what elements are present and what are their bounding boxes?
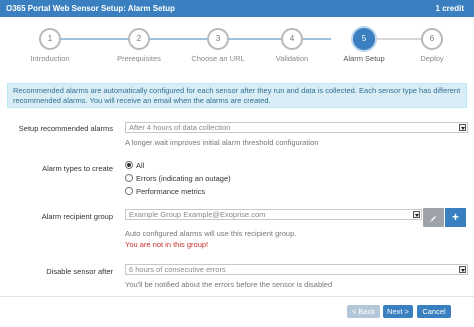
back-button[interactable]: < Back bbox=[347, 305, 380, 318]
step-label: Validation bbox=[275, 54, 309, 63]
step-label: Alarm Setup bbox=[343, 54, 385, 63]
step-number: 3 bbox=[207, 28, 229, 50]
step-number: 5 bbox=[353, 28, 375, 50]
cancel-button[interactable]: Cancel bbox=[417, 305, 451, 318]
step-introduction[interactable]: 1 Introduction bbox=[15, 28, 85, 63]
chevron-down-icon bbox=[459, 266, 466, 273]
recipient-select[interactable]: Example Group Example@Exoprise.com bbox=[125, 209, 422, 220]
chevron-down-icon bbox=[459, 124, 466, 131]
recipient-help: Auto configured alarms will use this rec… bbox=[125, 229, 297, 238]
wizard-steps: 1 Introduction 2 Prerequisites 3 Choose … bbox=[0, 18, 474, 68]
disable-value: 6 hours of consecutive errors bbox=[129, 265, 226, 274]
step-validation[interactable]: 4 Validation bbox=[257, 28, 327, 63]
disable-select[interactable]: 6 hours of consecutive errors bbox=[125, 264, 468, 275]
setup-alarms-select[interactable]: After 4 hours of data collection bbox=[125, 122, 468, 133]
radio-all[interactable]: All bbox=[125, 161, 144, 170]
step-alarm-setup[interactable]: 5 Alarm Setup bbox=[329, 28, 399, 63]
credits-badge: 1 credit bbox=[435, 4, 464, 13]
radio-selected-icon bbox=[125, 161, 133, 169]
alarm-types-label: Alarm types to create bbox=[42, 164, 113, 173]
step-label: Choose an URL bbox=[191, 54, 245, 63]
step-number: 4 bbox=[281, 28, 303, 50]
info-alert: Recommended alarms are automatically con… bbox=[7, 83, 467, 108]
step-label: Deploy bbox=[420, 54, 444, 63]
add-recipient-button[interactable]: + bbox=[445, 208, 466, 227]
disable-help: You'll be notified about the errors befo… bbox=[125, 280, 333, 289]
edit-recipient-button[interactable] bbox=[423, 208, 444, 227]
step-number: 6 bbox=[421, 28, 443, 50]
radio-label: Performance metrics bbox=[136, 187, 206, 196]
radio-errors[interactable]: Errors (indicating an outage) bbox=[125, 174, 231, 183]
step-choose-url[interactable]: 3 Choose an URL bbox=[183, 28, 253, 63]
title-bar: O365 Portal Web Sensor Setup: Alarm Setu… bbox=[0, 0, 474, 17]
setup-alarms-value: After 4 hours of data collection bbox=[129, 123, 231, 132]
setup-alarms-label: Setup recommended alarms bbox=[18, 124, 113, 133]
radio-label: Errors (indicating an outage) bbox=[136, 174, 231, 183]
step-deploy[interactable]: 6 Deploy bbox=[397, 28, 467, 63]
window-title: O365 Portal Web Sensor Setup: Alarm Setu… bbox=[6, 4, 175, 13]
step-label: Introduction bbox=[30, 54, 70, 63]
step-label: Prerequisites bbox=[117, 54, 161, 63]
step-prerequisites[interactable]: 2 Prerequisites bbox=[104, 28, 174, 63]
setup-alarms-help: A longer wait improves initial alarm thr… bbox=[125, 138, 319, 147]
step-number: 2 bbox=[128, 28, 150, 50]
radio-label: All bbox=[136, 161, 145, 170]
footer-divider bbox=[0, 296, 474, 297]
recipient-value: Example Group Example@Exoprise.com bbox=[129, 210, 266, 219]
pencil-icon bbox=[430, 216, 436, 222]
recipient-error: You are not in this group! bbox=[125, 240, 209, 249]
radio-performance[interactable]: Performance metrics bbox=[125, 187, 205, 196]
recipient-label: Alarm recipient group bbox=[41, 212, 113, 221]
next-button[interactable]: Next > bbox=[383, 305, 413, 318]
radio-icon bbox=[125, 174, 133, 182]
disable-label: Disable sensor after bbox=[46, 267, 113, 276]
chevron-down-icon bbox=[413, 211, 420, 218]
step-number: 1 bbox=[39, 28, 61, 50]
radio-icon bbox=[125, 187, 133, 195]
